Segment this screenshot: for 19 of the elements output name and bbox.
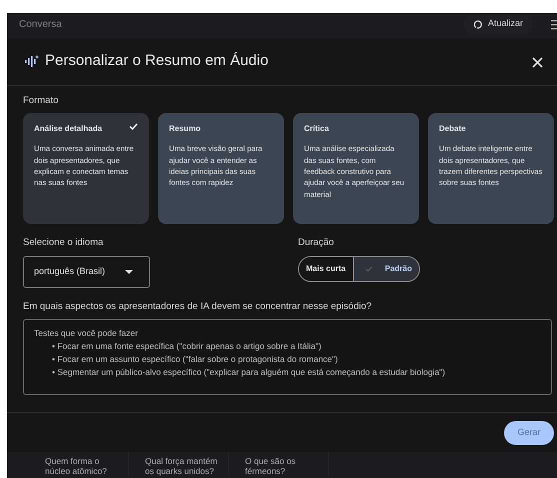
field-label: Em quais aspectos os apresentadores de IA devem se concentrar nesse episódio? [23, 300, 373, 314]
language-dropdown[interactable]: português (Brasil) [23, 256, 150, 288]
suggestion-chip[interactable]: O que são os férmeons? [229, 452, 329, 476]
duration-option[interactable]: Padrão [352, 256, 419, 280]
check-icon [129, 123, 138, 130]
field-label: Selecione o idioma [23, 236, 104, 250]
header-title: Conversa [19, 18, 62, 32]
focus-text-area[interactable]: Testes que você pode fazer • Focar em uma fonte específica ("cobrir apenas o artigo sobre a Itália") • Focar em um assunto específico ("falar sobre o protagonista do romance") • Segmentar um público-alvo específico ("explicar para alguém que está começando a estudar biologia") [23, 318, 552, 395]
audio-sparkle-icon [25, 55, 39, 68]
refresh-icon [474, 20, 483, 28]
menu-icon[interactable] [551, 18, 557, 30]
dialog-title: Personalizar o Resumo em Áudio [45, 51, 268, 72]
suggestion-chip[interactable]: Qual força mantém os quarks unidos? [129, 452, 229, 476]
field-label: Duração [298, 236, 335, 250]
section-label: Formato [23, 94, 60, 108]
dropdown-caret-icon [125, 270, 133, 274]
suggestion-chip[interactable]: Quem forma o núcleo atômico? [29, 452, 129, 476]
check-icon [364, 266, 373, 272]
refresh-button[interactable]: Atualizar [464, 14, 533, 34]
